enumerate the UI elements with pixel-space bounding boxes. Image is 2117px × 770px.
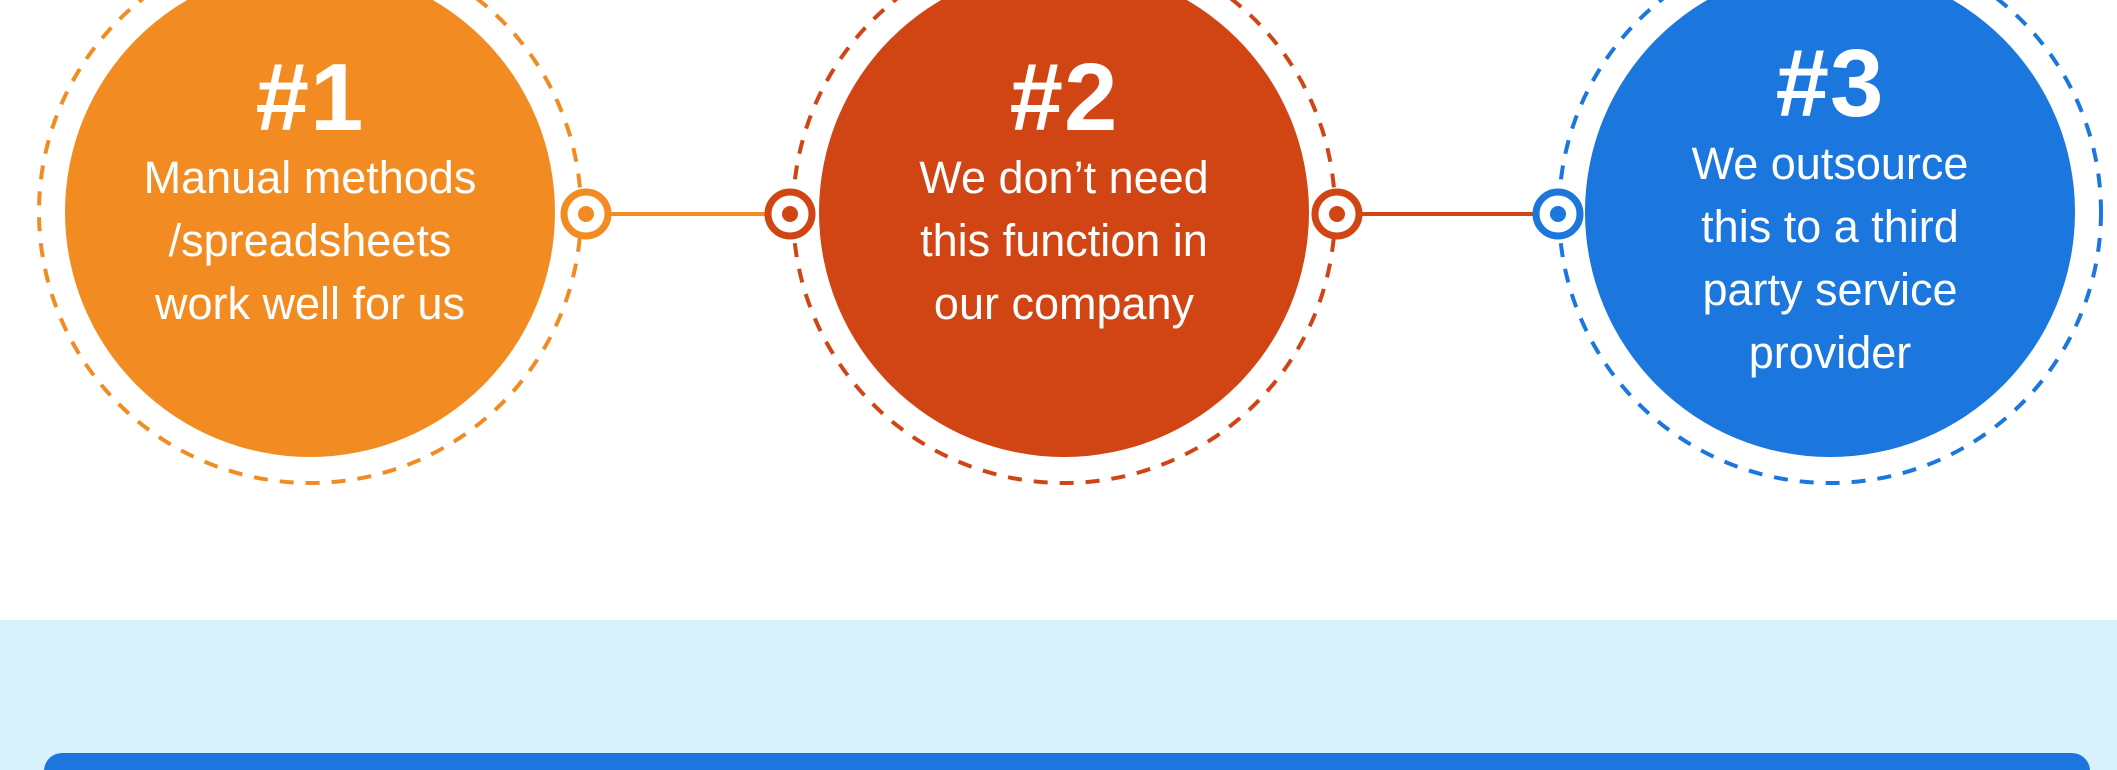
connector-node-dot-left-1-2 [578, 206, 594, 222]
step-2-text-block: #2 We don’t need this function in our co… [854, 50, 1274, 335]
connector-node-dot-right-1-2 [782, 206, 798, 222]
bottom-blue-bar [44, 753, 2090, 770]
step-2-number: #2 [1009, 44, 1119, 151]
step-3-number: #3 [1775, 30, 1885, 137]
connector-node-dot-right-2-3 [1550, 206, 1566, 222]
connector-1-2 [560, 188, 816, 240]
step-3-label: We outsource this to a third party servi… [1691, 138, 1969, 378]
connector-2-3 [1311, 188, 1584, 240]
step-1-number: #1 [255, 44, 365, 151]
connector-node-dot-left-2-3 [1329, 206, 1345, 222]
step-2-label: We don’t need this function in our compa… [919, 152, 1209, 329]
step-3-text-block: #3 We outsource this to a third party se… [1620, 36, 2040, 384]
step-1-label: Manual methods /spreadsheets work well f… [143, 152, 477, 329]
step-1-text-block: #1 Manual methods /spreadsheets work wel… [100, 50, 520, 335]
infographic-canvas: #1 Manual methods /spreadsheets work wel… [0, 0, 2117, 770]
lower-light-blue-band [0, 620, 2117, 770]
